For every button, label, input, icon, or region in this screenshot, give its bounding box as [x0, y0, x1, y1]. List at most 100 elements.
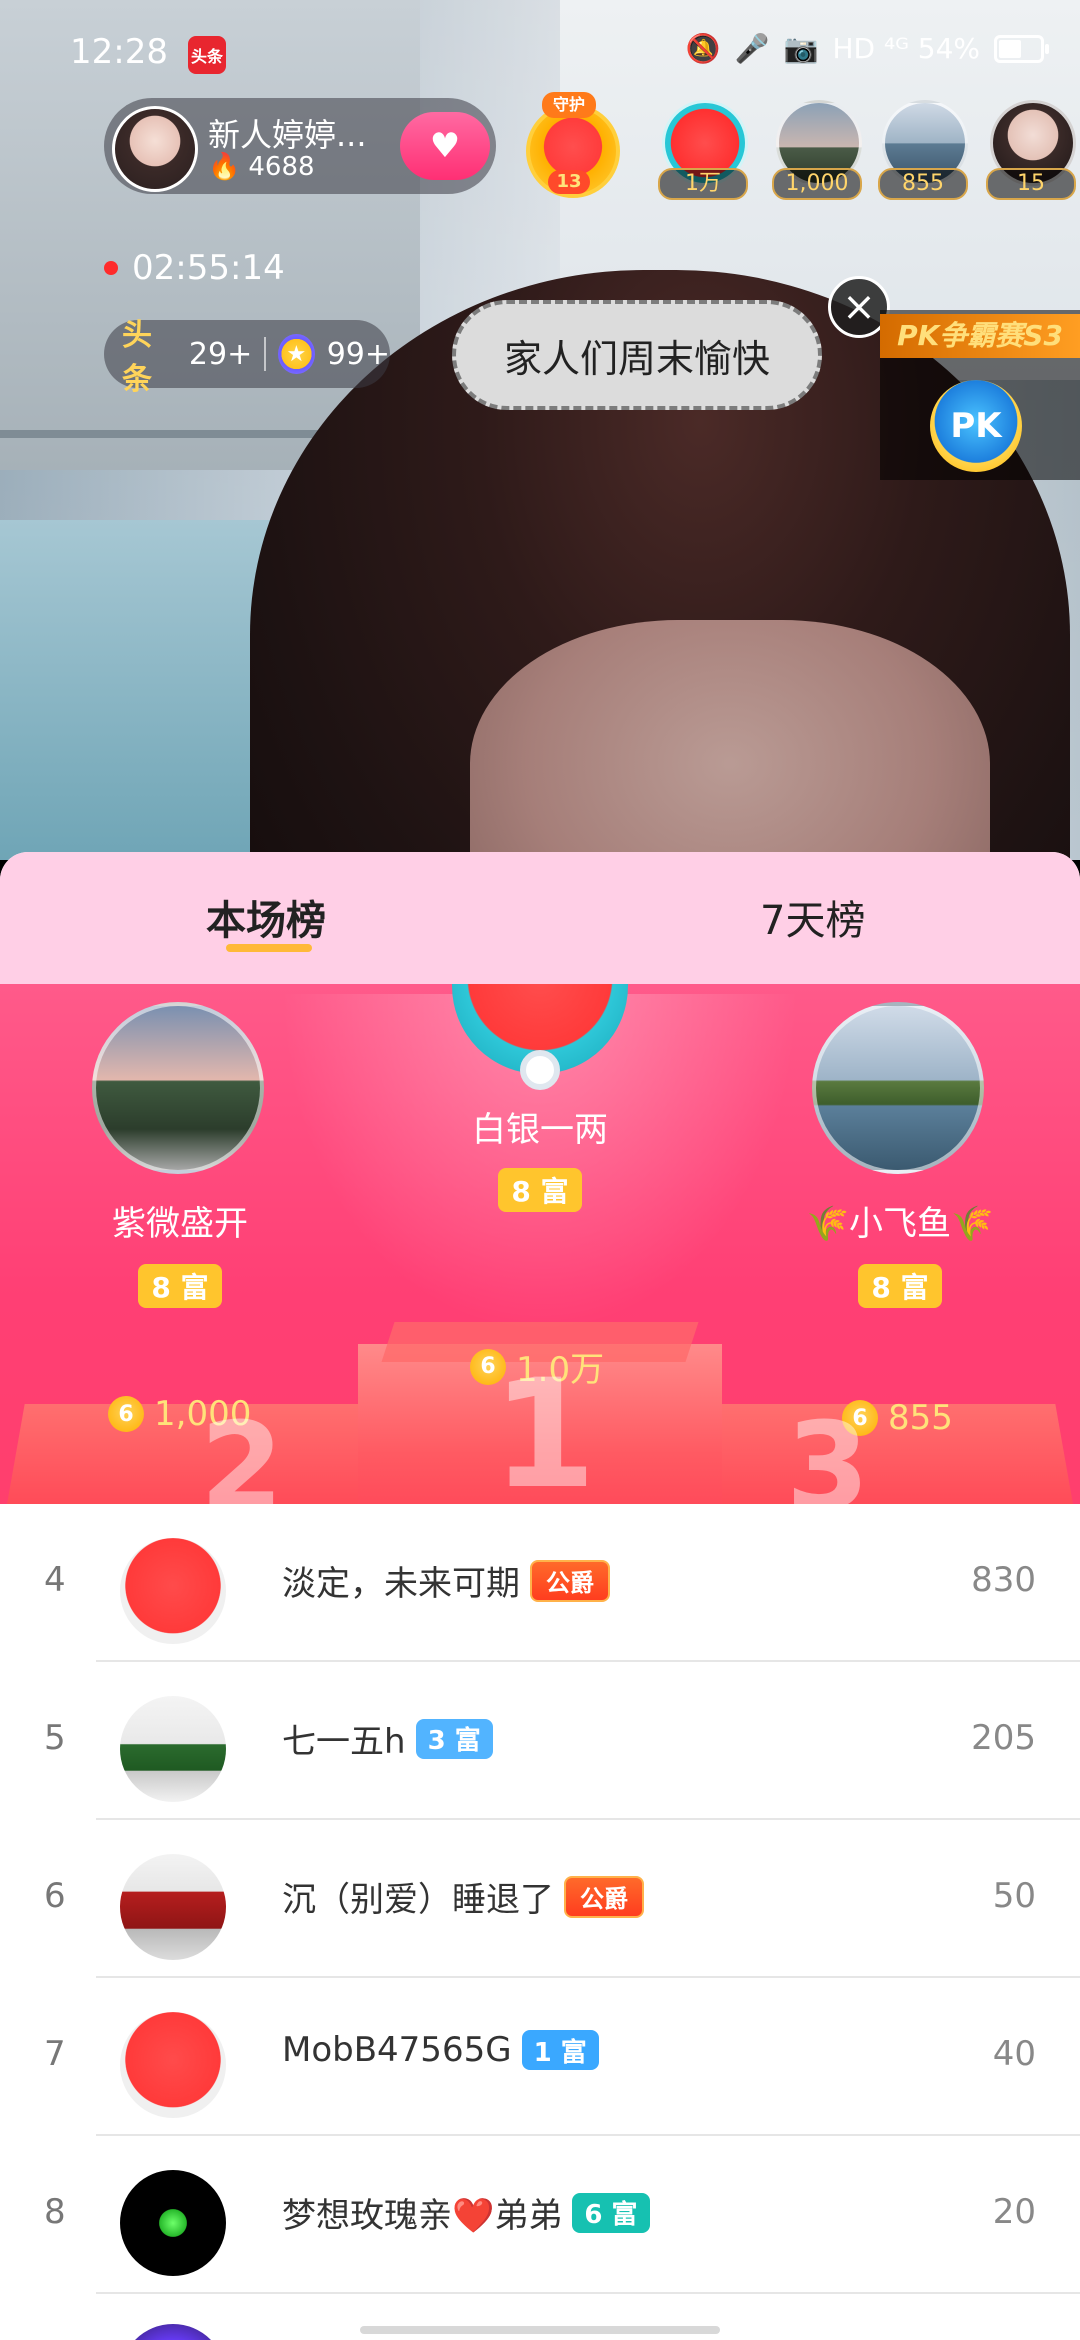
- rank-tags-pill[interactable]: 头条 29+ ★ 99+: [104, 318, 390, 397]
- podium-rank-2: 2: [200, 1398, 284, 1504]
- ranking-row-name: 七一五h 3 富: [282, 1714, 493, 1763]
- live-dot: [104, 261, 118, 275]
- ranking-row-avatar[interactable]: [120, 2012, 226, 2118]
- podium-first-rich-badge: 8 富: [498, 1168, 582, 1212]
- leaderboard-panel: 本场榜 7天榜 白银一两 8 富 紫微盛开 8 富 🌾小飞鱼🌾 8 富 6 1.…: [0, 852, 1080, 2340]
- tab-this-session[interactable]: 本场榜: [206, 888, 326, 946]
- host-heat-value: 4688: [248, 152, 315, 182]
- ranking-row-avatar[interactable]: [120, 1538, 226, 1644]
- podium-rank-3: 3: [786, 1398, 870, 1504]
- podium-second-avatar[interactable]: [92, 1002, 264, 1174]
- camera-icon: 📷: [783, 32, 819, 65]
- ranking-row[interactable]: 6 沉（别爱）睡退了 公爵 50: [0, 1820, 1080, 1978]
- podium-third-avatar[interactable]: [812, 1002, 984, 1174]
- pk-badge[interactable]: PK: [930, 380, 1022, 472]
- follow-heart-button[interactable]: ♥: [400, 112, 490, 180]
- pk-badge-text: PK: [950, 406, 1002, 446]
- duke-badge: 公爵: [530, 1559, 610, 1602]
- toutiao-app-icon: 头条: [188, 36, 226, 74]
- status-time: 12:28: [70, 32, 168, 72]
- status-right-icons: 🔕 🎤 📷 HD ⁴ᴳ 54%: [685, 32, 1049, 65]
- host-avatar[interactable]: [112, 106, 198, 192]
- rich-badge: 6 富: [572, 2192, 650, 2233]
- tab-7-days[interactable]: 7天榜: [760, 888, 865, 946]
- rich-badge: 1 富: [521, 2030, 599, 2070]
- podium-third-name[interactable]: 🌾小飞鱼🌾: [790, 1196, 1010, 1245]
- leaderboard-tabs: 本场榜 7天榜: [0, 852, 1080, 984]
- ranking-row[interactable]: 7 MobB47565G 1 富 40: [0, 1978, 1080, 2136]
- host-name[interactable]: 新人婷婷...: [208, 110, 408, 156]
- ranking-row-name-text: 七一五h: [282, 1722, 406, 1762]
- top-viewer-3[interactable]: 855: [876, 100, 968, 200]
- ranking-row-name: 淡定，未来可期 公爵: [282, 1556, 610, 1605]
- heart-icon: ♥: [429, 126, 461, 166]
- streamer-face: [470, 620, 990, 860]
- ranking-row[interactable]: 5 七一五h 3 富 205: [0, 1662, 1080, 1820]
- battery-fill: [999, 39, 1021, 58]
- live-timer-value: 02:55:14: [132, 248, 285, 288]
- top-viewer-4[interactable]: 15: [984, 100, 1076, 200]
- ranking-row-rank: 7: [44, 2034, 66, 2074]
- ranking-row-rank: 6: [44, 1876, 66, 1916]
- star-rank-count: 99+: [326, 336, 390, 372]
- guardian-badge-title: 守护: [542, 92, 596, 118]
- podium-second-name[interactable]: 紫微盛开: [70, 1196, 290, 1245]
- duke-badge: 公爵: [564, 1875, 644, 1918]
- toutiao-rank-icon: 头条: [122, 318, 152, 397]
- mute-icon: 🔕: [685, 32, 721, 65]
- ranking-row-avatar[interactable]: [120, 1854, 226, 1960]
- rich-badge: 3 富: [415, 1718, 493, 1759]
- active-tab-indicator: [226, 944, 312, 952]
- podium-third-rich-badge: 8 富: [858, 1264, 942, 1308]
- ranking-row-name-text: 沉（别爱）睡退了: [282, 1880, 554, 1920]
- podium-first-avatar-ring: [520, 1050, 560, 1090]
- ranking-list: 4 淡定，未来可期 公爵 830 5 七一五h 3 富 205 6 沉（别爱）睡…: [0, 1504, 1080, 2340]
- ranking-row[interactable]: 4 淡定，未来可期 公爵 830: [0, 1504, 1080, 1662]
- top-viewer-count: 15: [986, 168, 1076, 200]
- podium-second-rich-badge: 8 富: [138, 1264, 222, 1308]
- close-icon: ×: [842, 284, 876, 330]
- toutiao-rank-count: 29+: [188, 336, 253, 372]
- ranking-row-rank: 5: [44, 1718, 66, 1758]
- pk-banner[interactable]: PK争霸赛S3 PK: [880, 310, 1080, 480]
- ranking-row[interactable]: 8 梦想玫瑰亲❤️弟弟 6 富 20: [0, 2136, 1080, 2294]
- microphone-icon: 🎤: [734, 32, 770, 65]
- top-viewer-2[interactable]: 1,000: [770, 100, 862, 200]
- ranking-row-name: 沉（别爱）睡退了 公爵: [282, 1872, 644, 1921]
- ranking-row-rank: 8: [44, 2192, 66, 2232]
- guardian-badge[interactable]: 守护 13: [516, 92, 622, 204]
- ranking-row-name-text: MobB47565G: [282, 2030, 512, 2070]
- ranking-row-name-text: 梦想玫瑰亲❤️弟弟: [282, 2196, 563, 2236]
- top-viewer-score: 1万: [658, 168, 748, 200]
- ranking-row-score: 50: [992, 1876, 1036, 1916]
- tag-divider: [264, 337, 267, 371]
- battery-icon: [994, 34, 1049, 63]
- top-viewer-score: 1,000: [772, 168, 862, 200]
- host-heat: 🔥 4688: [208, 152, 315, 182]
- pk-event-title: PK争霸赛S3: [880, 314, 1080, 358]
- home-indicator[interactable]: [360, 2326, 720, 2334]
- status-bar: 12:28 头条 🔕 🎤 📷 HD ⁴ᴳ 54%: [0, 0, 1080, 100]
- top-viewer-1[interactable]: 1万: [656, 100, 748, 200]
- podium-rank-1: 1: [492, 1348, 597, 1504]
- podium-first-name[interactable]: 白银一两: [430, 1102, 650, 1151]
- podium: 白银一两 8 富 紫微盛开 8 富 🌾小飞鱼🌾 8 富 6 1.0万 6 1,0…: [0, 984, 1080, 1504]
- message-text: 家人们周末愉快: [503, 336, 770, 381]
- podium-third-amount-value: 855: [888, 1398, 953, 1438]
- ranking-row-name: 梦想玫瑰亲❤️弟弟 6 富: [282, 2188, 650, 2237]
- ranking-row-name-text: 淡定，未来可期: [282, 1564, 520, 1604]
- ranking-row-avatar[interactable]: [120, 2170, 226, 2276]
- message-bubble: 家人们周末愉快: [452, 300, 822, 410]
- ranking-row-avatar[interactable]: [120, 1696, 226, 1802]
- fire-icon: 🔥: [208, 152, 241, 182]
- host-card[interactable]: 新人婷婷... 🔥 4688 ♥: [104, 98, 496, 194]
- ranking-row-avatar[interactable]: [120, 2324, 226, 2340]
- star-icon: ★: [278, 334, 315, 374]
- ranking-row-score: 830: [971, 1560, 1036, 1600]
- coin-icon: 6: [108, 1396, 144, 1432]
- network-status-text: HD ⁴ᴳ 54%: [832, 32, 980, 65]
- ranking-row-score: 40: [992, 2034, 1036, 2074]
- top-viewer-score: 855: [878, 168, 968, 200]
- ranking-row-name: MobB47565G 1 富: [282, 2030, 599, 2070]
- ranking-row-score: 205: [971, 1718, 1036, 1758]
